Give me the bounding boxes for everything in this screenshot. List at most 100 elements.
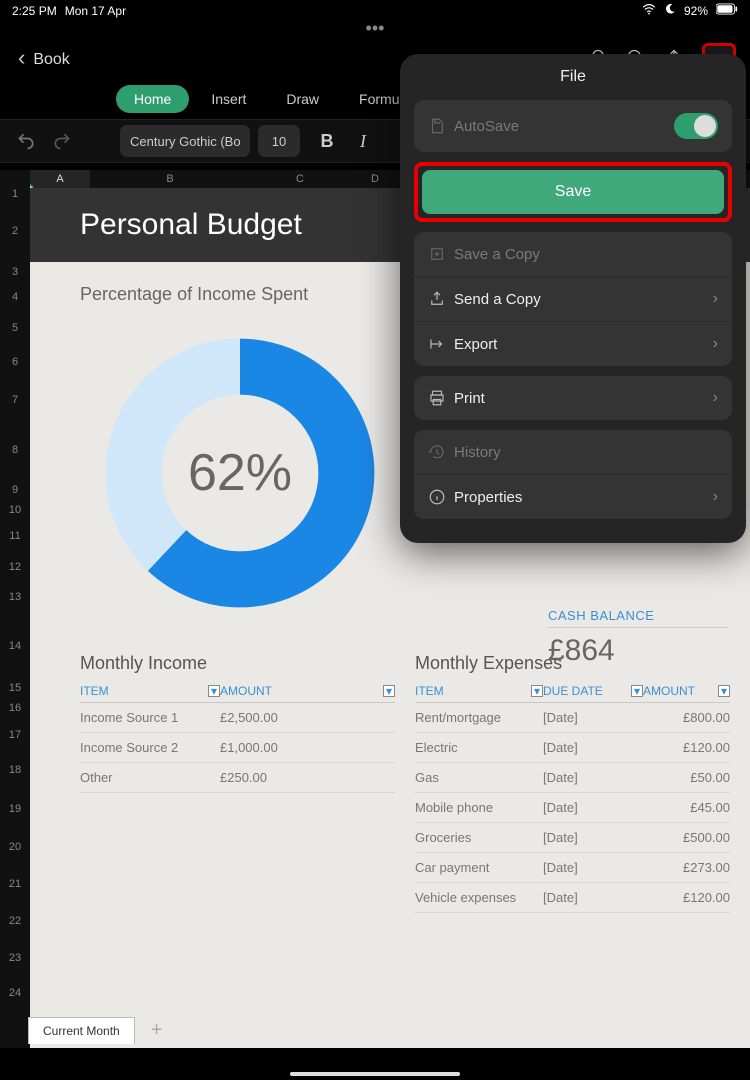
cell-date: [Date]: [543, 860, 643, 875]
cell-date: [Date]: [543, 890, 643, 905]
print-label: Print: [454, 390, 713, 407]
moon-icon: [664, 3, 676, 18]
filter-icon[interactable]: ▾: [208, 685, 220, 697]
status-time: 2:25 PM: [12, 4, 57, 18]
row-header[interactable]: 13: [0, 582, 30, 612]
save-copy-label: Save a Copy: [454, 246, 718, 263]
table-row[interactable]: Rent/mortgage[Date]£800.00: [415, 703, 730, 733]
cell-item: Rent/mortgage: [415, 710, 543, 725]
row-header[interactable]: 11: [0, 520, 30, 552]
row-header[interactable]: 15: [0, 680, 30, 695]
income-table: Monthly Income ITEM▾ AMOUNT▾ Income Sour…: [80, 653, 395, 913]
tab-draw[interactable]: Draw: [268, 85, 337, 113]
cash-balance: CASH BALANCE £864: [548, 608, 728, 668]
battery-pct: 92%: [684, 4, 708, 18]
filter-icon[interactable]: ▾: [531, 685, 543, 697]
table-row[interactable]: Car payment[Date]£273.00: [415, 853, 730, 883]
tab-insert[interactable]: Insert: [193, 85, 264, 113]
redo-button[interactable]: [44, 123, 80, 159]
cell-date: [Date]: [543, 800, 643, 815]
col-A[interactable]: A: [30, 170, 90, 188]
table-row[interactable]: Gas[Date]£50.00: [415, 763, 730, 793]
row-header[interactable]: 4: [0, 282, 30, 312]
properties-label: Properties: [454, 489, 713, 506]
exp-hdr-amount[interactable]: AMOUNT: [643, 684, 695, 698]
row-header[interactable]: 1: [0, 188, 30, 200]
save-button[interactable]: Save: [422, 170, 724, 214]
exp-hdr-date[interactable]: DUE DATE: [543, 684, 603, 698]
row-headers[interactable]: 123456789101112131415161718192021222324: [0, 170, 30, 1048]
sheet-tabs: Current Month +: [28, 1017, 170, 1044]
row-header[interactable]: 9: [0, 480, 30, 500]
add-sheet-button[interactable]: +: [143, 1019, 171, 1042]
row-header[interactable]: 14: [0, 612, 30, 680]
undo-button[interactable]: [8, 123, 44, 159]
col-B[interactable]: B: [90, 170, 250, 188]
donut-chart: 62%: [100, 333, 380, 613]
multitask-dots[interactable]: •••: [0, 18, 750, 39]
col-C[interactable]: C: [250, 170, 350, 188]
row-header[interactable]: 7: [0, 380, 30, 420]
history-row[interactable]: History: [414, 430, 732, 474]
cash-label: CASH BALANCE: [548, 608, 728, 628]
font-size-select[interactable]: 10: [258, 125, 300, 157]
info-icon: [428, 488, 454, 506]
row-header[interactable]: 21: [0, 866, 30, 902]
file-menu-title: File: [414, 68, 732, 86]
cell-item: Vehicle expenses: [415, 890, 543, 905]
col-D[interactable]: D: [350, 170, 400, 188]
italic-button[interactable]: I: [348, 131, 378, 152]
row-header[interactable]: 8: [0, 420, 30, 480]
save-copy-row[interactable]: Save a Copy: [414, 232, 732, 276]
table-row[interactable]: Other£250.00: [80, 763, 395, 793]
row-header[interactable]: 2: [0, 200, 30, 262]
send-copy-row[interactable]: Send a Copy ›: [414, 276, 732, 321]
sheet-tab-current[interactable]: Current Month: [28, 1017, 135, 1044]
row-header[interactable]: 20: [0, 828, 30, 866]
autosave-row[interactable]: AutoSave: [414, 100, 732, 152]
autosave-toggle[interactable]: [674, 113, 718, 139]
row-header[interactable]: 18: [0, 750, 30, 790]
row-header[interactable]: 12: [0, 552, 30, 582]
bold-button[interactable]: B: [312, 131, 342, 152]
exp-hdr-item[interactable]: ITEM: [415, 684, 444, 698]
row-header[interactable]: 5: [0, 312, 30, 344]
cell-item: Gas: [415, 770, 543, 785]
home-indicator[interactable]: [290, 1072, 460, 1076]
export-row[interactable]: Export ›: [414, 321, 732, 366]
table-row[interactable]: Mobile phone[Date]£45.00: [415, 793, 730, 823]
back-button[interactable]: ‹: [10, 45, 33, 75]
filter-icon[interactable]: ▾: [383, 685, 395, 697]
row-header[interactable]: 22: [0, 902, 30, 940]
print-row[interactable]: Print ›: [414, 376, 732, 420]
document-title[interactable]: Book: [33, 51, 69, 69]
properties-row[interactable]: Properties ›: [414, 474, 732, 519]
row-header[interactable]: 17: [0, 720, 30, 750]
row-header[interactable]: 24: [0, 976, 30, 1010]
income-hdr-item[interactable]: ITEM: [80, 684, 109, 698]
table-row[interactable]: Vehicle expenses[Date]£120.00: [415, 883, 730, 913]
row-header[interactable]: 10: [0, 500, 30, 520]
table-row[interactable]: Income Source 1£2,500.00: [80, 703, 395, 733]
row-header[interactable]: 6: [0, 344, 30, 380]
filter-icon[interactable]: ▾: [718, 685, 730, 697]
cell-date: [Date]: [543, 770, 643, 785]
table-row[interactable]: Electric[Date]£120.00: [415, 733, 730, 763]
row-header[interactable]: 3: [0, 262, 30, 282]
cell-item: Groceries: [415, 830, 543, 845]
filter-icon[interactable]: ▾: [631, 685, 643, 697]
income-hdr-amount[interactable]: AMOUNT: [220, 684, 272, 698]
cell-date: [Date]: [543, 710, 643, 725]
cell-amount: £120.00: [643, 890, 730, 905]
font-select[interactable]: Century Gothic (Bo: [120, 125, 250, 157]
export-icon: [428, 335, 454, 353]
cell-amount: £500.00: [643, 830, 730, 845]
row-header[interactable]: 19: [0, 790, 30, 828]
row-header[interactable]: 23: [0, 940, 30, 976]
table-row[interactable]: Income Source 2£1,000.00: [80, 733, 395, 763]
table-row[interactable]: Groceries[Date]£500.00: [415, 823, 730, 853]
row-header[interactable]: 16: [0, 695, 30, 720]
tab-home[interactable]: Home: [116, 85, 189, 113]
chevron-right-icon: ›: [713, 290, 718, 308]
cell-amount: £45.00: [643, 800, 730, 815]
